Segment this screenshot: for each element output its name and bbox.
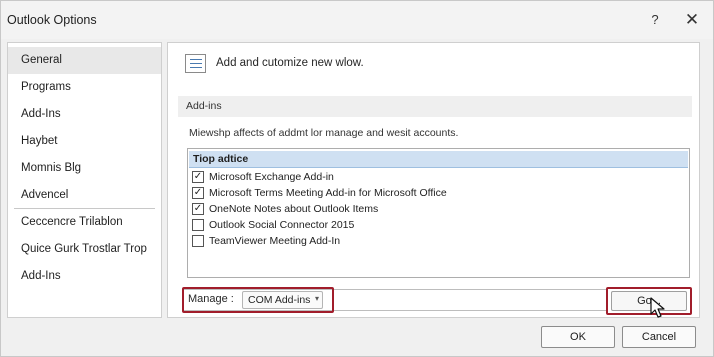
sidebar-item-programs[interactable]: Programs xyxy=(8,74,161,101)
checkbox-icon[interactable]: ✓ xyxy=(192,171,204,183)
dialog-title: Outlook Options xyxy=(7,13,97,27)
close-icon[interactable]: ✕ xyxy=(681,9,703,31)
checkbox-icon[interactable]: ✓ xyxy=(192,203,204,215)
ok-button[interactable]: OK xyxy=(541,326,615,348)
checkbox-icon[interactable]: ✓ xyxy=(192,187,204,199)
list-item[interactable]: TeamViewer Meeting Add-In xyxy=(192,234,672,249)
checkbox-icon[interactable] xyxy=(192,219,204,231)
dropdown-caret-icon: ▾ xyxy=(315,294,320,303)
sidebar-item-add-ins[interactable]: Add-Ins xyxy=(8,101,161,128)
list-item[interactable]: ✓ Microsoft Terms Meeting Add-in for Mic… xyxy=(192,186,672,201)
addins-page-icon xyxy=(185,54,206,73)
list-item-label: TeamViewer Meeting Add-In xyxy=(209,235,341,247)
list-header-label: Tiop adtice xyxy=(193,153,249,165)
section-label: Add-ins xyxy=(186,100,222,112)
checkbox-icon[interactable] xyxy=(192,235,204,247)
list-header: Tiop adtice xyxy=(189,151,688,168)
help-question-icon[interactable]: ? xyxy=(644,9,666,31)
options-sidebar: General Programs Add-Ins Haybet Momnis B… xyxy=(7,42,162,318)
sidebar-item-advencel[interactable]: Advencel xyxy=(8,182,161,209)
panel-description: Miewshp affects of addmt lor manage and … xyxy=(189,127,459,139)
sidebar-item-haybet[interactable]: Haybet xyxy=(8,128,161,155)
sidebar-item-momnis-blg[interactable]: Momnis Blg xyxy=(8,155,161,182)
cancel-button[interactable]: Cancel xyxy=(622,326,696,348)
list-item-label: OneNote Notes about Outlook Items xyxy=(209,203,379,215)
manage-dropdown-value: COM Add-ins xyxy=(248,294,311,306)
title-bar: Outlook Options ? ✕ xyxy=(1,1,713,39)
list-item-label: Microsoft Terms Meeting Add-in for Micro… xyxy=(209,187,447,199)
addins-listbox[interactable]: Tiop adtice ✓ Microsoft Exchange Add-in … xyxy=(187,148,690,278)
mouse-pointer-icon xyxy=(650,297,665,318)
sidebar-item-general[interactable]: General xyxy=(8,47,161,74)
manage-dropdown[interactable]: COM Add-ins ▾ xyxy=(242,291,323,309)
sidebar-item-quice-gurk[interactable]: Quice Gurk Trostlar Trop xyxy=(8,236,161,263)
manage-label: Manage : xyxy=(188,293,234,305)
list-item[interactable]: ✓ OneNote Notes about Outlook Items xyxy=(192,202,672,217)
sidebar-item-ceccencre-trilablon[interactable]: Ceccencre Trilablon xyxy=(8,209,161,236)
list-item[interactable]: ✓ Microsoft Exchange Add-in xyxy=(192,170,672,185)
panel-header-text: Add and cutomize new wlow. xyxy=(216,57,364,69)
list-item-label: Outlook Social Connector 2015 xyxy=(209,219,355,231)
sidebar-item-add-ins-2[interactable]: Add-Ins xyxy=(8,263,161,290)
section-header: Add-ins xyxy=(178,96,692,117)
list-item-label: Microsoft Exchange Add-in xyxy=(209,171,334,183)
outlook-options-dialog: Outlook Options ? ✕ General Programs Add… xyxy=(0,0,714,357)
list-item[interactable]: Outlook Social Connector 2015 xyxy=(192,218,672,233)
addins-panel: Add and cutomize new wlow. Add-ins Miews… xyxy=(167,42,700,318)
